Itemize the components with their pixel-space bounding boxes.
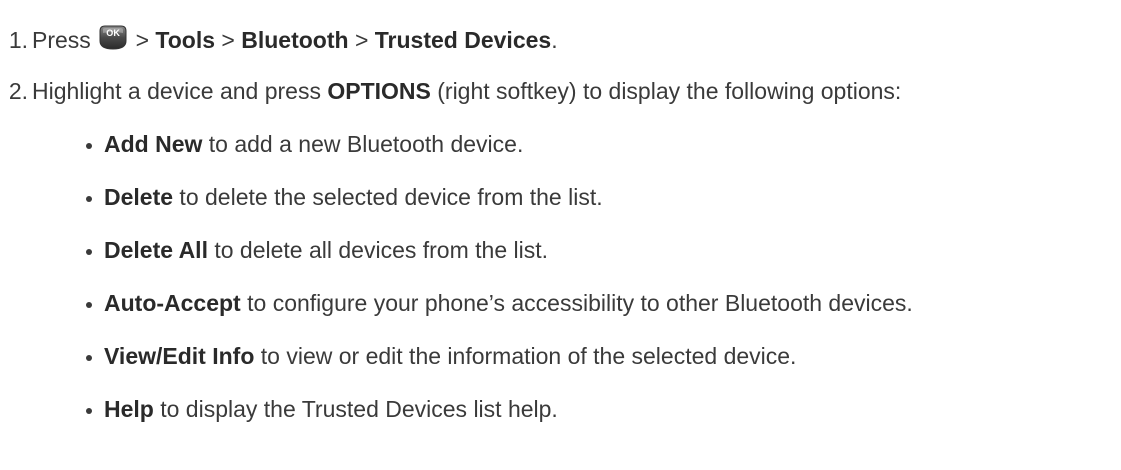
- option-description: to display the Trusted Devices list help…: [153, 396, 558, 422]
- option-term: Add New: [104, 131, 203, 157]
- option-description: to delete the selected device from the l…: [173, 184, 603, 210]
- list-item-delete-all: Delete All to delete all devices from th…: [85, 236, 549, 264]
- option-term: Delete: [104, 184, 174, 210]
- list-item-view-edit-info: View/Edit Info to view or edit the infor…: [85, 342, 797, 370]
- step-text: Press: [32, 27, 91, 53]
- path-separator: >: [129, 27, 156, 53]
- step-number: 2.: [8, 78, 28, 104]
- path-separator: >: [215, 27, 242, 53]
- list-item-auto-accept: Auto-Accept to configure your phone’s ac…: [86, 289, 913, 317]
- list-item-help: Help to display the Trusted Devices list…: [86, 395, 558, 423]
- menu-path-trusted-devices: Trusted Devices: [374, 27, 552, 53]
- option-term: Help: [104, 396, 154, 422]
- step-number: 1.: [8, 27, 28, 53]
- list-item-delete: Delete to delete the selected device fro…: [86, 183, 603, 211]
- ok-key-icon: OK: [98, 24, 128, 51]
- option-description: to delete all devices from the list.: [207, 237, 549, 263]
- option-description: to configure your phone’s accessibility …: [240, 290, 913, 316]
- instruction-document: 1. Press OK > Tools > Bluetooth > Trusted…: [0, 0, 1121, 470]
- list-item-add-new: Add New to add a new Bluetooth device.: [85, 130, 524, 158]
- options-softkey-label: OPTIONS: [327, 78, 431, 104]
- path-separator: >: [348, 27, 375, 53]
- step-text: (right softkey) to display the following…: [430, 78, 902, 104]
- step-1: 1. Press OK > Tools > Bluetooth > Trusted…: [0, 24, 558, 54]
- option-description: to view or edit the information of the s…: [254, 343, 797, 369]
- option-term: Delete All: [104, 237, 208, 263]
- step-2: 2. Highlight a device and press OPTIONS (…: [0, 77, 902, 105]
- step-text: Highlight a device and press: [32, 78, 328, 104]
- ok-key-label: OK: [106, 28, 121, 38]
- menu-path-bluetooth: Bluetooth: [241, 27, 349, 53]
- option-term: Auto-Accept: [104, 290, 241, 316]
- step-suffix: .: [551, 27, 558, 53]
- option-term: View/Edit Info: [104, 343, 255, 369]
- option-description: to add a new Bluetooth device.: [202, 131, 524, 157]
- menu-path-tools: Tools: [155, 27, 216, 53]
